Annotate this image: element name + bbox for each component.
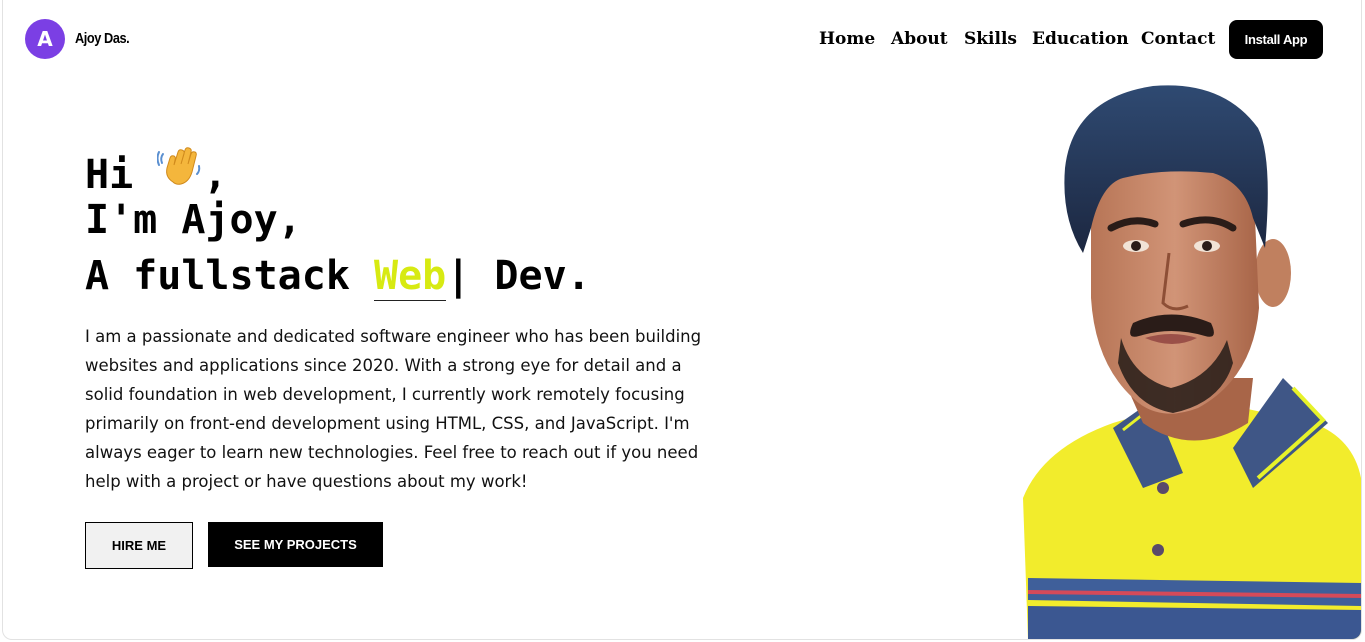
greeting-comma: ,: [203, 152, 228, 198]
nav-skills[interactable]: Skills: [964, 29, 1017, 49]
hero-intro: I'm Ajoy,: [85, 197, 302, 243]
hero-greeting: Hi ,: [85, 144, 227, 195]
profile-photo: [1023, 85, 1361, 639]
nav-education[interactable]: Education: [1032, 29, 1129, 49]
nav-contact[interactable]: Contact: [1141, 29, 1215, 49]
logo-avatar[interactable]: A: [25, 19, 65, 59]
nav-home[interactable]: Home: [819, 29, 875, 49]
hero-role: A fullstack Web| Dev.: [85, 253, 591, 301]
install-app-button[interactable]: Install App: [1229, 20, 1323, 59]
page-frame: A Ajoy Das. Home About Skills Education …: [2, 0, 1362, 640]
nav-about[interactable]: About: [891, 29, 948, 49]
typed-word: Web: [374, 253, 447, 301]
hire-me-button[interactable]: HIRE ME: [85, 522, 193, 569]
logo-name[interactable]: Ajoy Das.: [75, 30, 130, 47]
role-suffix: | Dev.: [446, 253, 591, 299]
role-prefix: A fullstack: [85, 253, 350, 299]
logo-letter: A: [37, 27, 53, 51]
see-projects-button[interactable]: SEE MY PROJECTS: [208, 522, 383, 567]
hero-description: I am a passionate and dedicated software…: [85, 327, 702, 491]
waving-hand-icon: [156, 144, 203, 192]
greeting-text: Hi: [85, 152, 134, 198]
